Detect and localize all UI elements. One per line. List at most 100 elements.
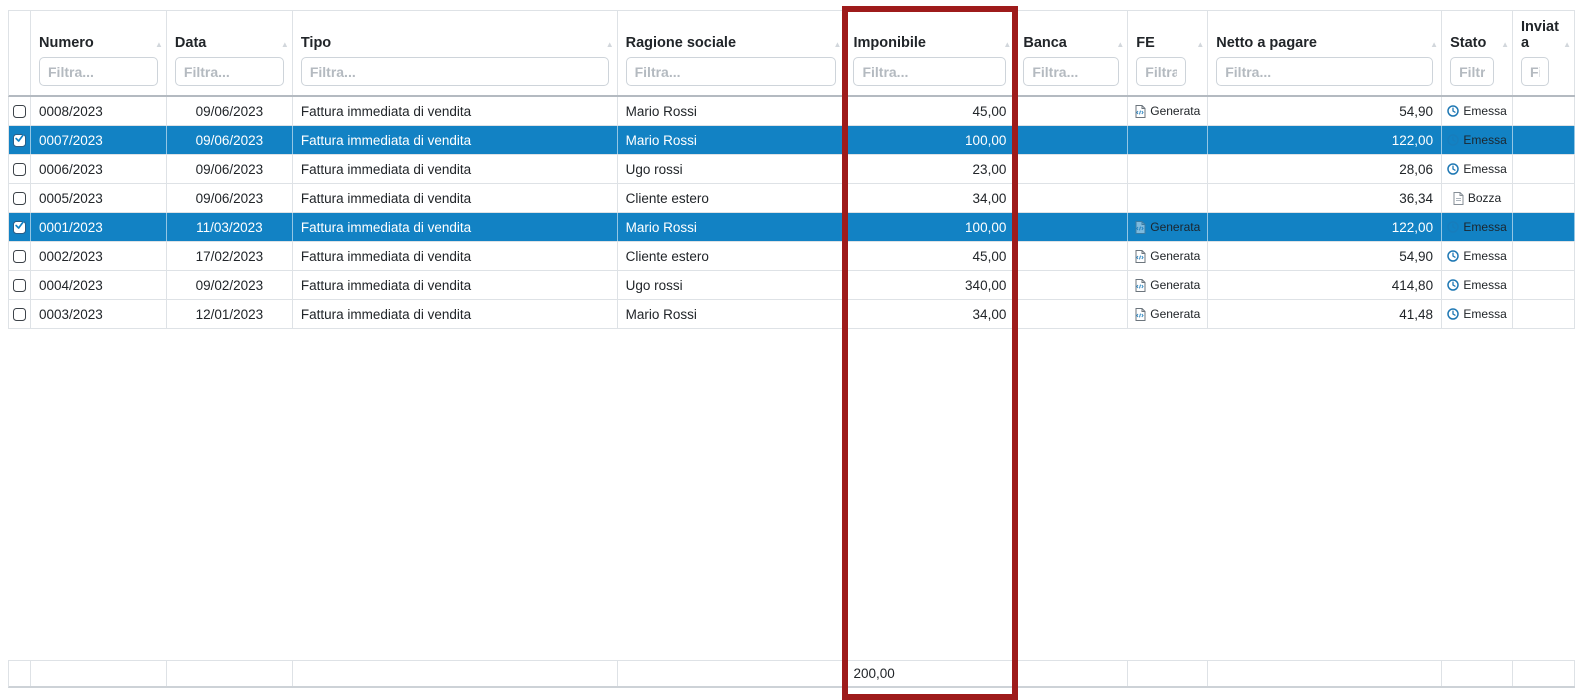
filter-input-netto_a_pagare[interactable] [1216, 57, 1433, 86]
cell-imponibile: 340,00 [845, 271, 1015, 299]
sort-arrow-icon[interactable]: ▲ [281, 40, 289, 49]
table-row[interactable]: 0004/202309/02/2023Fattura immediata di … [8, 271, 1575, 300]
row-checkbox[interactable] [13, 308, 26, 321]
filter-input-inviata[interactable] [1521, 57, 1549, 86]
column-label-stato[interactable]: Stato [1450, 35, 1504, 51]
row-checkbox-cell [9, 242, 31, 270]
column-label-tipo[interactable]: Tipo [301, 35, 609, 51]
cell-tipo: Fattura immediata di vendita [293, 97, 618, 125]
table-row[interactable]: 0002/202317/02/2023Fattura immediata di … [8, 242, 1575, 271]
clock-icon [1447, 163, 1459, 175]
cell-imponibile: 45,00 [845, 242, 1015, 270]
filter-input-ragione_sociale[interactable] [626, 57, 837, 86]
cell-imponibile: 45,00 [845, 97, 1015, 125]
filter-input-data[interactable] [175, 57, 284, 86]
file-code-icon [1135, 221, 1146, 234]
cell-stato: Emessa [1442, 300, 1513, 328]
table-row[interactable]: 0006/202309/06/2023Fattura immediata di … [8, 155, 1575, 184]
footer-cell-netto_a_pagare [1208, 661, 1442, 686]
column-label-imponibile[interactable]: Imponibile [853, 35, 1006, 51]
cell-data: 17/02/2023 [167, 242, 293, 270]
filter-input-stato[interactable] [1450, 57, 1494, 86]
column-header-inviata: Inviata▲ [1513, 11, 1575, 95]
cell-numero: 0001/2023 [31, 213, 167, 241]
sort-arrow-icon[interactable]: ▲ [1501, 40, 1509, 49]
sort-arrow-icon[interactable]: ▲ [1003, 40, 1011, 49]
sort-arrow-icon[interactable]: ▲ [1430, 40, 1438, 49]
column-label-numero[interactable]: Numero [39, 35, 158, 51]
sort-arrow-icon[interactable]: ▲ [1116, 40, 1124, 49]
cell-data: 12/01/2023 [167, 300, 293, 328]
cell-imponibile: 100,00 [845, 213, 1015, 241]
filter-input-tipo[interactable] [301, 57, 609, 86]
column-label-fe[interactable]: FE [1136, 35, 1199, 51]
filter-input-numero[interactable] [39, 57, 158, 86]
cell-inviata [1513, 271, 1575, 299]
table-row[interactable]: 0005/202309/06/2023Fattura immediata di … [8, 184, 1575, 213]
column-label-data[interactable]: Data [175, 35, 284, 51]
cell-numero: 0006/2023 [31, 155, 167, 183]
cell-data: 09/06/2023 [167, 155, 293, 183]
sort-arrow-icon[interactable]: ▲ [1196, 40, 1204, 49]
column-header-data: Data▲ [167, 11, 293, 95]
cell-imponibile: 34,00 [845, 300, 1015, 328]
row-checkbox[interactable] [13, 279, 26, 292]
row-checkbox[interactable] [13, 250, 26, 263]
cell-stato: Emessa [1442, 97, 1513, 125]
clock-icon [1447, 134, 1459, 146]
row-checkbox-checked[interactable] [13, 221, 26, 234]
cell-inviata [1513, 97, 1575, 125]
cell-stato: Emessa [1442, 242, 1513, 270]
cell-tipo: Fattura immediata di vendita [293, 184, 618, 212]
cell-netto_a_pagare: 414,80 [1208, 271, 1442, 299]
fe-text: Generata [1150, 278, 1200, 292]
cell-stato: Emessa [1442, 126, 1513, 154]
cell-imponibile: 23,00 [845, 155, 1015, 183]
column-label-banca[interactable]: Banca [1023, 35, 1119, 51]
cell-ragione_sociale: Cliente estero [618, 184, 846, 212]
stato-text: Emessa [1463, 307, 1506, 321]
cell-inviata [1513, 126, 1575, 154]
cell-banca [1015, 300, 1128, 328]
cell-tipo: Fattura immediata di vendita [293, 126, 618, 154]
cell-inviata [1513, 242, 1575, 270]
filter-input-fe[interactable] [1136, 57, 1186, 86]
cell-banca [1015, 97, 1128, 125]
filter-input-banca[interactable] [1023, 57, 1119, 86]
row-checkbox[interactable] [13, 192, 26, 205]
row-checkbox-cell [9, 271, 31, 299]
cell-netto_a_pagare: 122,00 [1208, 126, 1442, 154]
stato-text: Emessa [1463, 220, 1506, 234]
table-row[interactable]: 0001/202311/03/2023Fattura immediata di … [8, 213, 1575, 242]
column-label-inviata[interactable]: Inviata [1521, 19, 1566, 51]
footer-cell-numero [31, 661, 167, 686]
table-row[interactable]: 0008/202309/06/2023Fattura immediata di … [8, 97, 1575, 126]
sort-arrow-icon[interactable]: ▲ [834, 40, 842, 49]
cell-numero: 0008/2023 [31, 97, 167, 125]
clock-icon [1447, 250, 1459, 262]
filter-input-imponibile[interactable] [853, 57, 1006, 86]
cell-fe: Generata [1128, 213, 1208, 241]
sort-arrow-icon[interactable]: ▲ [1563, 40, 1571, 49]
table-row[interactable]: 0007/202309/06/2023Fattura immediata di … [8, 126, 1575, 155]
cell-data: 09/06/2023 [167, 184, 293, 212]
cell-ragione_sociale: Mario Rossi [618, 300, 846, 328]
row-checkbox[interactable] [13, 105, 26, 118]
sort-arrow-icon[interactable]: ▲ [606, 40, 614, 49]
row-checkbox-cell [9, 155, 31, 183]
row-checkbox[interactable] [13, 163, 26, 176]
cell-stato: Emessa [1442, 155, 1513, 183]
column-label-netto_a_pagare[interactable]: Netto a pagare [1216, 35, 1433, 51]
column-header-numero: Numero▲ [31, 11, 167, 95]
table-row[interactable]: 0003/202312/01/2023Fattura immediata di … [8, 300, 1575, 329]
row-checkbox-checked[interactable] [13, 134, 26, 147]
column-label-ragione_sociale[interactable]: Ragione sociale [626, 35, 837, 51]
sort-arrow-icon[interactable]: ▲ [155, 40, 163, 49]
file-code-icon [1135, 279, 1146, 292]
cell-fe: Generata [1128, 242, 1208, 270]
cell-ragione_sociale: Ugo rossi [618, 271, 846, 299]
footer-cell-tipo [293, 661, 618, 686]
row-checkbox-cell [9, 97, 31, 125]
stato-text: Emessa [1463, 249, 1506, 263]
cell-stato: Emessa [1442, 271, 1513, 299]
